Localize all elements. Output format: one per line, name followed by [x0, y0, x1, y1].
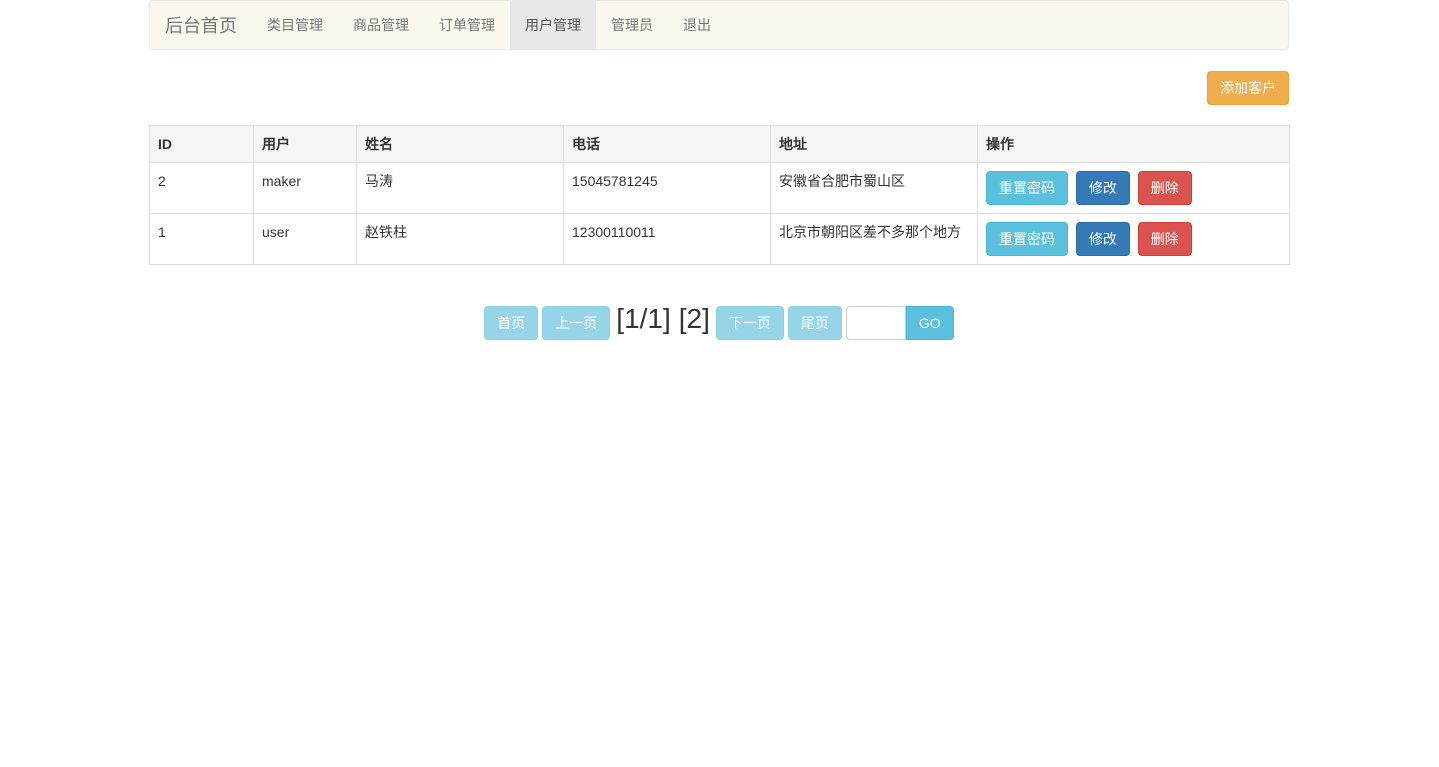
last-page-button[interactable]: 尾页 — [787, 306, 842, 340]
cell-id: 1 — [149, 213, 254, 265]
delete-button[interactable]: 删除 — [1137, 171, 1192, 205]
header-phone: 电话 — [563, 125, 771, 163]
header-address: 地址 — [770, 125, 978, 163]
current-page-indicator: [1/1] — [616, 303, 671, 334]
prev-page-button[interactable]: 上一页 — [542, 306, 611, 340]
add-customer-button[interactable]: 添加客户 — [1207, 71, 1289, 105]
next-page-button[interactable]: 下一页 — [715, 306, 784, 340]
cell-phone: 12300110011 — [563, 213, 771, 265]
nav-item-category[interactable]: 类目管理 — [252, 1, 338, 49]
header-name: 姓名 — [356, 125, 564, 163]
nav-item-logout[interactable]: 退出 — [668, 1, 726, 49]
page-container: 后台首页 类目管理 商品管理 订单管理 用户管理 管理员 退出 添加客户 ID … — [149, 0, 1290, 340]
cell-address: 安徽省合肥市蜀山区 — [770, 162, 978, 214]
reset-password-button[interactable]: 重置密码 — [986, 222, 1068, 256]
reset-password-button[interactable]: 重置密码 — [986, 171, 1068, 205]
header-id: ID — [149, 125, 254, 163]
edit-button[interactable]: 修改 — [1075, 222, 1130, 256]
users-table: ID 用户 姓名 电话 地址 操作 2 maker 马涛 15045781245… — [149, 125, 1290, 265]
page-link-2[interactable]: [2] — [679, 303, 710, 335]
cell-address: 北京市朝阳区差不多那个地方 — [770, 213, 978, 265]
nav-item-admins[interactable]: 管理员 — [596, 1, 668, 49]
cell-user: maker — [253, 162, 357, 214]
delete-button[interactable]: 删除 — [1137, 222, 1192, 256]
table-row: 1 user 赵铁柱 12300110011 北京市朝阳区差不多那个地方 重置密… — [149, 213, 1290, 265]
cell-name: 赵铁柱 — [356, 213, 564, 265]
go-button[interactable]: GO — [905, 306, 954, 340]
header-user: 用户 — [253, 125, 357, 163]
table-row: 2 maker 马涛 15045781245 安徽省合肥市蜀山区 重置密码 修改… — [149, 162, 1290, 214]
cell-phone: 15045781245 — [563, 162, 771, 214]
pagination: 首页 上一页 [1/1] [2] 下一页 尾页 GO — [149, 303, 1289, 340]
cell-id: 2 — [149, 162, 254, 214]
nav-item-users[interactable]: 用户管理 — [510, 1, 596, 49]
toolbar: 添加客户 — [149, 50, 1289, 125]
table-header-row: ID 用户 姓名 电话 地址 操作 — [149, 125, 1290, 163]
navbar-brand[interactable]: 后台首页 — [150, 1, 252, 49]
nav-item-products[interactable]: 商品管理 — [338, 1, 424, 49]
header-actions: 操作 — [977, 125, 1290, 163]
edit-button[interactable]: 修改 — [1075, 171, 1130, 205]
page-number-input[interactable] — [845, 306, 906, 340]
cell-name: 马涛 — [356, 162, 564, 214]
nav-item-orders[interactable]: 订单管理 — [424, 1, 510, 49]
cell-user: user — [253, 213, 357, 265]
top-navbar: 后台首页 类目管理 商品管理 订单管理 用户管理 管理员 退出 — [149, 0, 1289, 50]
cell-actions: 重置密码 修改 删除 — [977, 213, 1290, 265]
cell-actions: 重置密码 修改 删除 — [977, 162, 1290, 214]
first-page-button[interactable]: 首页 — [484, 306, 539, 340]
